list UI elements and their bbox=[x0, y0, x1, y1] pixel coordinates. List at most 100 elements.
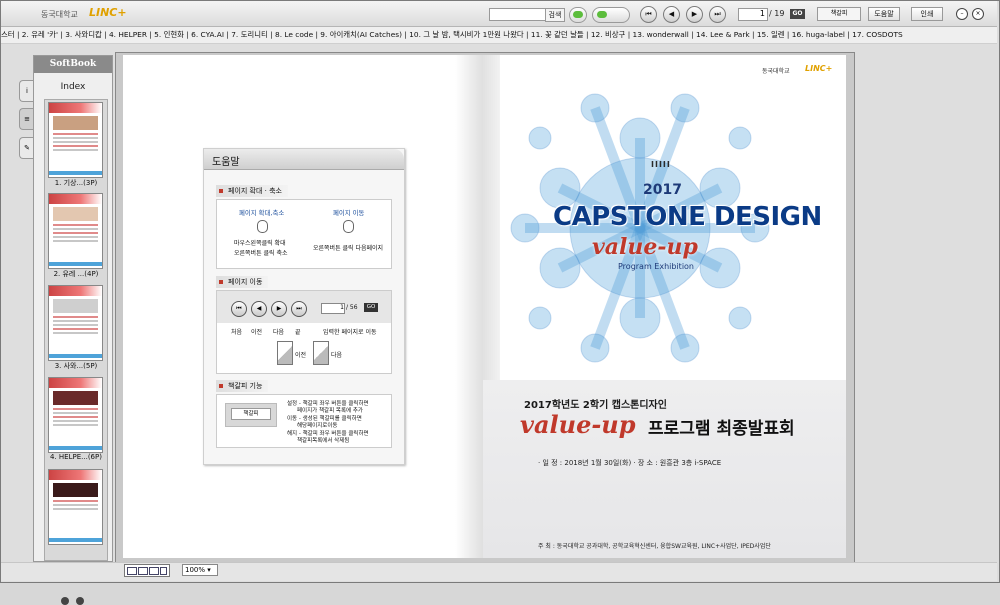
grid-view-icon[interactable] bbox=[160, 567, 167, 575]
brand-logo-text: 동국대학교 bbox=[41, 10, 78, 19]
pen-tab[interactable]: ✎ bbox=[19, 137, 34, 159]
scroll-down-button[interactable] bbox=[76, 597, 84, 605]
bookmark-widget[interactable]: 책갈피 bbox=[817, 7, 861, 21]
list-icon: ≡ bbox=[24, 115, 30, 123]
close-icon[interactable]: × bbox=[972, 8, 984, 20]
thumbnail-label[interactable]: 2. 유레 ...(4P) bbox=[45, 269, 107, 279]
page-thumbnail[interactable] bbox=[48, 102, 103, 178]
thumbnail-toggle-button[interactable] bbox=[569, 7, 587, 23]
bookmark-section: 책갈피 설정 - 책갈피 좌우 버튼을 클릭하면 페이지가 책갈피 목록에 추가… bbox=[216, 394, 392, 448]
cover-linc-logo: LINC+ bbox=[805, 64, 833, 73]
index-title: Index bbox=[60, 82, 86, 92]
list-view-icon[interactable] bbox=[149, 567, 159, 575]
nav-last-label: 끝 bbox=[295, 329, 301, 336]
mouse-icon bbox=[343, 220, 354, 233]
cover-main-title: 프로그램 최종발표회 bbox=[648, 419, 795, 439]
help-go-icon: GO bbox=[364, 303, 378, 312]
help-page-input: 1 bbox=[321, 303, 345, 314]
prev-page-button[interactable]: ◀ bbox=[663, 6, 680, 23]
nav-section-label: 페이지 이동 bbox=[216, 276, 269, 288]
bm-line2b: 해당페이지로이동 bbox=[297, 423, 338, 429]
chevron-down-icon: ▾ bbox=[207, 566, 211, 574]
move-col-title: 페이지 이동 bbox=[333, 209, 365, 217]
nav-prev-label: 이전 bbox=[251, 329, 263, 336]
bm-line3b: 책갈피목록에서 삭제됨 bbox=[297, 438, 350, 444]
index-panel: SoftBook Index 1. 기상...(3P) 2. 유레 ...(4P… bbox=[33, 55, 113, 605]
info-tab[interactable]: i bbox=[19, 80, 34, 102]
zoom-section-label: 페이지 확대 · 축소 bbox=[216, 185, 288, 197]
cover-subtitle: 2017학년도 2학기 캡스톤디자인 bbox=[524, 400, 667, 411]
nav-next-label: 다음 bbox=[273, 329, 285, 336]
cover-valueup-logo-2: value-up bbox=[520, 410, 636, 439]
cover-capstone-title: CAPSTONE DESIGN bbox=[553, 202, 822, 232]
cover-program-exhibition: Program Exhibition bbox=[618, 262, 695, 271]
fold-prev-label: 이전 bbox=[295, 352, 307, 359]
help-header: 도움말 bbox=[204, 149, 404, 170]
go-button[interactable]: GO bbox=[790, 9, 805, 19]
next-page-button[interactable]: ▶ bbox=[686, 6, 703, 23]
help-prev-icon: ◀ bbox=[251, 301, 267, 317]
thumbnail-label[interactable]: 3. 사와...(5P) bbox=[45, 361, 107, 371]
page-number-input[interactable]: 1 bbox=[738, 8, 768, 21]
cover-roman-mark: IIIII bbox=[651, 160, 671, 169]
bookmark-demo-widget: 책갈피 bbox=[231, 408, 271, 420]
bm-line1b: 페이지가 책갈피 목록에 추가 bbox=[297, 408, 363, 414]
page-thumbnail[interactable] bbox=[48, 469, 103, 545]
chapter-list[interactable]: 스터 | 2. 유레 '카' | 3. 사와디캅 | 4. HELPER | 5… bbox=[1, 27, 997, 44]
green-indicator-icon bbox=[597, 11, 607, 18]
zoom-col-title: 페이지 확대,축소 bbox=[239, 209, 285, 217]
thumbnail-label[interactable]: 1. 기상...(3P) bbox=[45, 178, 107, 188]
view-mode-button[interactable] bbox=[592, 7, 630, 23]
zoom-line1: 마우스왼쪽클릭 확대 bbox=[234, 240, 286, 247]
green-indicator-icon bbox=[573, 11, 583, 18]
double-page-icon[interactable] bbox=[138, 567, 148, 575]
first-page-button[interactable]: ⏮ bbox=[640, 6, 657, 23]
help-dialog: 도움말 페이지 확대 · 축소 페이지 확대,축소 마우스왼쪽클릭 확대 오른쪽… bbox=[203, 148, 405, 465]
help-first-icon: ⏮ bbox=[231, 301, 247, 317]
mouse-icon bbox=[257, 220, 268, 233]
help-page-total: / 56 bbox=[346, 304, 358, 311]
info-icon: i bbox=[26, 87, 28, 95]
page-total: / 19 bbox=[769, 9, 785, 18]
bookmark-section-label: 책갈피 기능 bbox=[216, 380, 269, 392]
page-thumbnail[interactable] bbox=[48, 377, 103, 453]
help-title: 도움말 bbox=[212, 157, 240, 168]
print-button[interactable]: 인쇄 bbox=[911, 7, 943, 21]
view-mode-icons[interactable] bbox=[124, 564, 170, 577]
scroll-up-button[interactable] bbox=[61, 597, 69, 605]
page-thumbnail[interactable] bbox=[48, 285, 103, 361]
help-last-icon: ⏭ bbox=[291, 301, 307, 317]
search-input[interactable] bbox=[489, 8, 547, 21]
nav-input-desc: 입력한 페이지로 이동 bbox=[323, 329, 377, 336]
brand-linc-logo: LINC+ bbox=[89, 6, 127, 19]
fold-next-label: 다음 bbox=[331, 352, 343, 359]
pen-icon: ✎ bbox=[24, 144, 30, 152]
nav-section: ⏮ ◀ ▶ ⏭ 1 / 56 GO 처음 이전 다음 끝 입력한 페이지로 이동… bbox=[216, 290, 392, 374]
softbook-logo: SoftBook bbox=[34, 56, 112, 73]
zoom-line2: 오른쪽버튼 클릭 축소 bbox=[234, 250, 288, 257]
page-thumbnail[interactable] bbox=[48, 193, 103, 269]
cover-logo-text: 동국대학교 bbox=[762, 68, 790, 75]
fold-prev-icon bbox=[277, 341, 293, 365]
zoom-value: 100% bbox=[185, 566, 206, 574]
search-button[interactable]: 검색 bbox=[545, 8, 565, 22]
minimize-icon[interactable]: – bbox=[956, 8, 968, 20]
help-button[interactable]: 도움말 bbox=[868, 7, 900, 21]
cover-host-info: 주 최 : 동국대학교 공과대학, 공학교육혁신센터, 융합SW교육원, LIN… bbox=[538, 543, 771, 550]
top-toolbar: 동국대학교 LINC+ 검색 ⏮ ◀ ▶ ⏭ 1 / 19 GO 책갈피 도움말… bbox=[1, 1, 997, 27]
help-next-icon: ▶ bbox=[271, 301, 287, 317]
bookmark-label: 책갈피 bbox=[830, 10, 848, 17]
cover-year: 2017 bbox=[643, 182, 682, 198]
fold-next-icon bbox=[313, 341, 329, 365]
cover-valueup-logo: value-up bbox=[592, 234, 698, 260]
zoom-select[interactable]: 100% ▾ bbox=[182, 564, 218, 576]
thumbnail-label[interactable]: 4. HELPE...(6P) bbox=[45, 453, 107, 461]
cover-schedule-info: · 일 정 : 2018년 1월 30일(화) · 장 소 : 원흥관 3층 i… bbox=[538, 459, 722, 467]
move-line: 오른쪽버튼 클릭 다음페이지 bbox=[313, 245, 384, 252]
last-page-button[interactable]: ⏭ bbox=[709, 6, 726, 23]
zoom-section: 페이지 확대,축소 마우스왼쪽클릭 확대 오른쪽버튼 클릭 축소 페이지 이동 … bbox=[216, 199, 392, 269]
nav-first-label: 처음 bbox=[231, 329, 243, 336]
single-page-icon[interactable] bbox=[127, 567, 137, 575]
index-tab[interactable]: ≡ bbox=[19, 108, 34, 130]
thumbnail-list[interactable]: 1. 기상...(3P) 2. 유레 ...(4P) 3. 사와...(5P) … bbox=[44, 99, 108, 561]
